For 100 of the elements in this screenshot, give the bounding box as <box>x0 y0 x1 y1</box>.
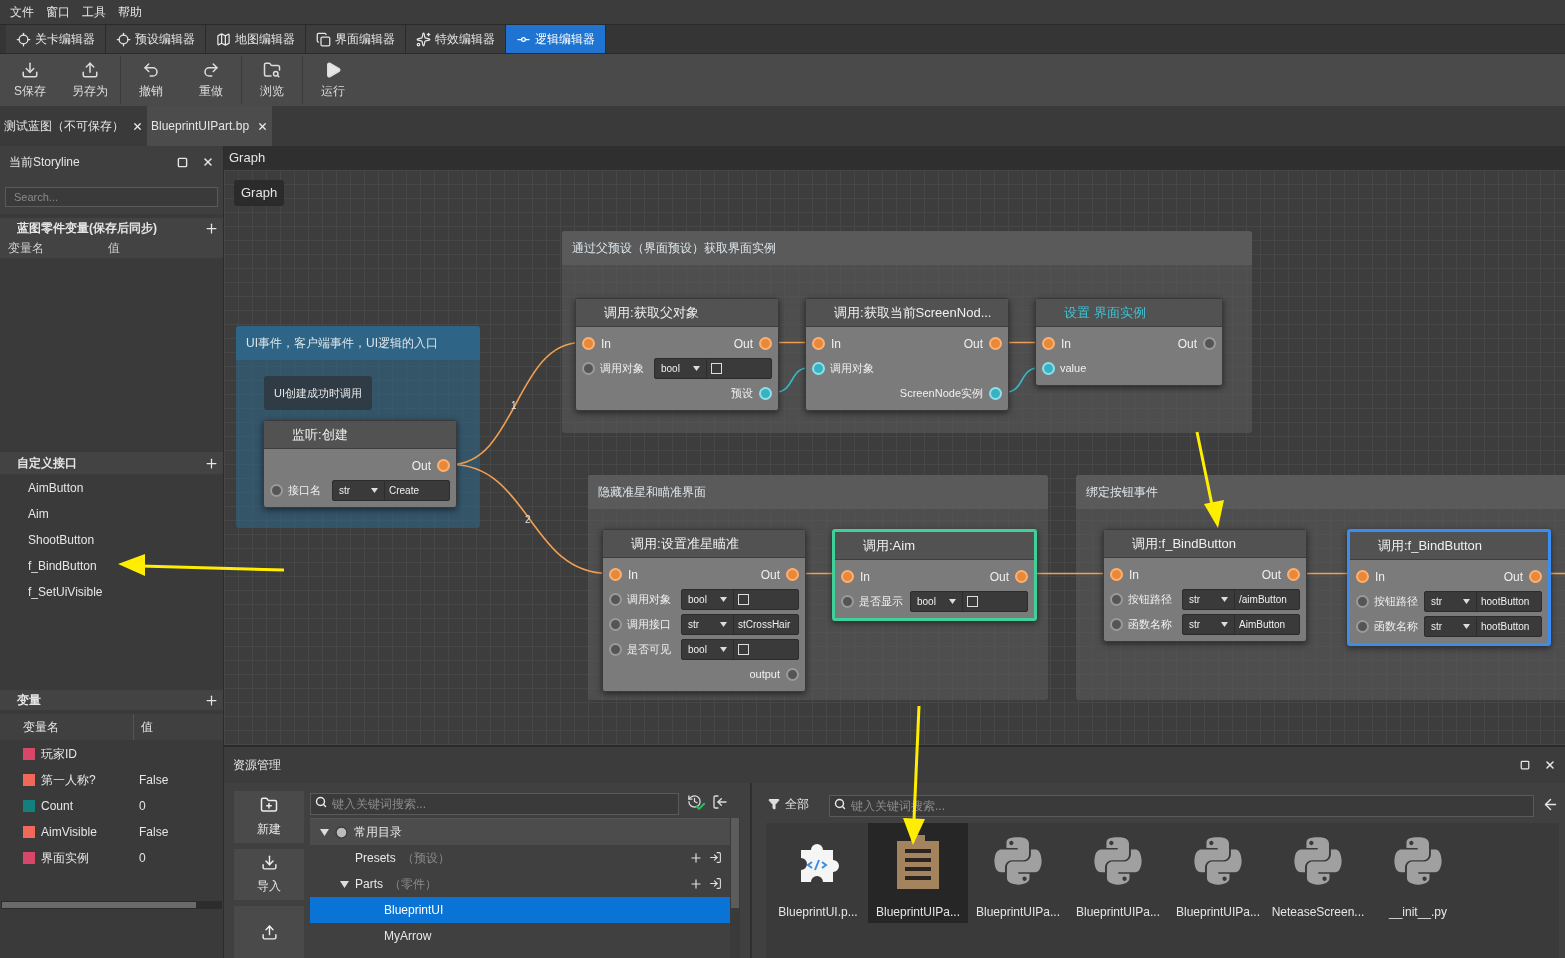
graph-node[interactable]: 调用:Aim In Out 是否显示 bool <box>832 529 1037 621</box>
file-item[interactable]: BlueprintUIPa... <box>868 823 968 923</box>
maximize-icon[interactable] <box>1520 760 1530 770</box>
pin-icon[interactable] <box>1042 337 1055 350</box>
editor-tab[interactable]: 特效编辑器 <box>406 25 506 53</box>
filter-button[interactable]: 全部 <box>766 795 811 813</box>
pin-icon[interactable] <box>609 568 622 581</box>
file-item[interactable]: BlueprintUIPa... <box>1068 823 1168 923</box>
menu-item[interactable]: 窗口 <box>40 3 76 21</box>
tree-item[interactable]: Presets （预设） <box>310 845 730 871</box>
checkbox[interactable] <box>967 596 978 607</box>
menu-item[interactable]: 文件 <box>4 3 40 21</box>
scrollbar[interactable] <box>1 901 197 909</box>
editor-tab[interactable]: 界面编辑器 <box>306 25 406 53</box>
close-icon[interactable] <box>132 120 143 132</box>
add-icon[interactable] <box>204 692 219 708</box>
variable-row[interactable]: AimVisible False <box>0 819 223 845</box>
pin-icon[interactable] <box>1110 618 1123 631</box>
editor-tab[interactable]: 地图编辑器 <box>206 25 306 53</box>
pin-icon[interactable] <box>841 595 854 608</box>
pin-icon[interactable] <box>1203 337 1216 350</box>
variable-row[interactable]: 玩家ID <box>0 741 223 767</box>
import-icon[interactable] <box>709 877 722 890</box>
pin-icon[interactable] <box>812 362 825 375</box>
file-item[interactable]: BlueprintUIPa... <box>968 823 1068 923</box>
toolbar-button[interactable]: S保存 <box>0 54 60 106</box>
scrollbar[interactable] <box>731 818 739 908</box>
menu-item[interactable]: 工具 <box>76 3 112 21</box>
pin-icon[interactable] <box>812 337 825 350</box>
menu-item[interactable]: 帮助 <box>112 3 148 21</box>
pin-icon[interactable] <box>841 570 854 583</box>
breadcrumb[interactable]: Graph <box>234 180 285 206</box>
search-field[interactable]: Search... <box>5 187 218 207</box>
add-icon[interactable] <box>689 877 703 891</box>
tree-item[interactable]: BlueprintUI <box>310 897 730 923</box>
import-icon[interactable] <box>712 794 728 810</box>
tree-item[interactable]: MyArrow <box>310 923 730 949</box>
file-item[interactable]: __init__.py <box>1368 823 1468 923</box>
pin-icon[interactable] <box>1110 568 1123 581</box>
toolbar-button[interactable]: 重做 <box>181 54 241 106</box>
pin-icon[interactable] <box>270 484 283 497</box>
pin-icon[interactable] <box>609 618 622 631</box>
pin-icon[interactable] <box>989 387 1002 400</box>
file-item[interactable]: NeteaseScreen... <box>1268 823 1368 923</box>
interface-item[interactable]: f_BindButton <box>0 553 223 579</box>
pin-icon[interactable] <box>989 337 1002 350</box>
graph-node[interactable]: 调用:获取当前ScreenNod... In Out 调用对象 ScreenNode实例 <box>805 298 1009 411</box>
pin-icon[interactable] <box>759 337 772 350</box>
pin-icon[interactable] <box>1356 620 1369 633</box>
variable-row[interactable]: 第一人称? False <box>0 767 223 793</box>
pin-icon[interactable] <box>1356 595 1369 608</box>
tree-item[interactable]: 常用目录 <box>310 819 730 845</box>
pin-icon[interactable] <box>1042 362 1055 375</box>
add-icon[interactable] <box>204 220 219 236</box>
checkbox[interactable] <box>711 363 722 374</box>
toolbar-button[interactable]: 撤销 <box>121 54 181 106</box>
graph-node[interactable]: 调用:获取父对象 In Out 调用对象 bool 预设 <box>575 298 779 411</box>
editor-tab[interactable]: 关卡编辑器 <box>6 25 106 53</box>
pin-icon[interactable] <box>582 362 595 375</box>
tree-item[interactable]: Parts （零件） <box>310 871 730 897</box>
close-icon[interactable] <box>1544 759 1556 771</box>
editor-tab[interactable]: 预设编辑器 <box>106 25 206 53</box>
add-icon[interactable] <box>204 455 219 471</box>
document-tab[interactable]: BlueprintUIPart.bp <box>147 106 273 146</box>
toolbar-button[interactable]: 运行 <box>303 54 363 106</box>
maximize-icon[interactable] <box>177 156 188 168</box>
pin-icon[interactable] <box>1015 570 1028 583</box>
search-field[interactable]: 键入关键词搜索... <box>310 793 679 815</box>
import-icon[interactable] <box>709 851 722 864</box>
pin-icon[interactable] <box>759 387 772 400</box>
interface-item[interactable]: f_SetUiVisible <box>0 579 223 605</box>
file-item[interactable]: BlueprintUIPa... <box>1168 823 1268 923</box>
file-item[interactable]: BlueprintUI.p... <box>768 823 868 923</box>
editor-tab[interactable]: 逻辑编辑器 <box>506 25 606 53</box>
pin-icon[interactable] <box>609 593 622 606</box>
resource-action-button[interactable]: 导入 <box>234 848 304 901</box>
close-icon[interactable] <box>202 156 214 168</box>
toolbar-button[interactable]: 浏览 <box>242 54 302 106</box>
interface-item[interactable]: AimButton <box>0 475 223 501</box>
pin-icon[interactable] <box>582 337 595 350</box>
pin-icon[interactable] <box>1110 593 1123 606</box>
pin-icon[interactable] <box>1287 568 1300 581</box>
variable-row[interactable]: Count 0 <box>0 793 223 819</box>
interface-item[interactable]: Aim <box>0 501 223 527</box>
refresh-check-icon[interactable] <box>687 793 704 811</box>
add-icon[interactable] <box>689 851 703 865</box>
interface-item[interactable]: ShootButton <box>0 527 223 553</box>
resource-action-button[interactable] <box>234 906 304 958</box>
pin-icon[interactable] <box>437 459 450 472</box>
pin-icon[interactable] <box>609 643 622 656</box>
variable-row[interactable]: 界面实例 0 <box>0 845 223 871</box>
graph-node[interactable]: 设置 界面实例 In Out value <box>1035 298 1223 386</box>
checkbox[interactable] <box>738 594 749 605</box>
toolbar-button[interactable]: 另存为 <box>60 54 120 106</box>
resource-action-button[interactable]: 新建 <box>234 791 304 843</box>
pin-icon[interactable] <box>786 668 799 681</box>
pin-icon[interactable] <box>1356 570 1369 583</box>
close-icon[interactable] <box>257 120 269 132</box>
pin-icon[interactable] <box>786 568 799 581</box>
pin-icon[interactable] <box>1529 570 1542 583</box>
